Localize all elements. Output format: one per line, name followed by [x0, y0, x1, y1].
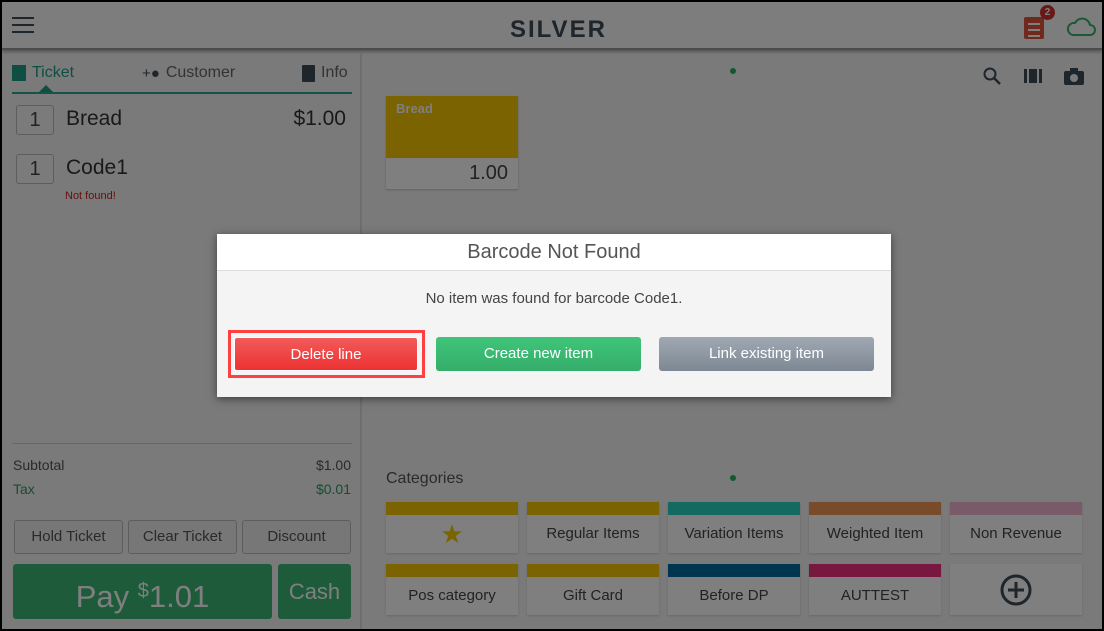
highlight-box	[228, 330, 425, 378]
dialog-message: No item was found for barcode Code1.	[425, 290, 683, 307]
dialog-title: Barcode Not Found	[217, 234, 891, 271]
create-new-item-button[interactable]: Create new item	[436, 337, 641, 371]
link-existing-item-button[interactable]: Link existing item	[659, 337, 874, 371]
